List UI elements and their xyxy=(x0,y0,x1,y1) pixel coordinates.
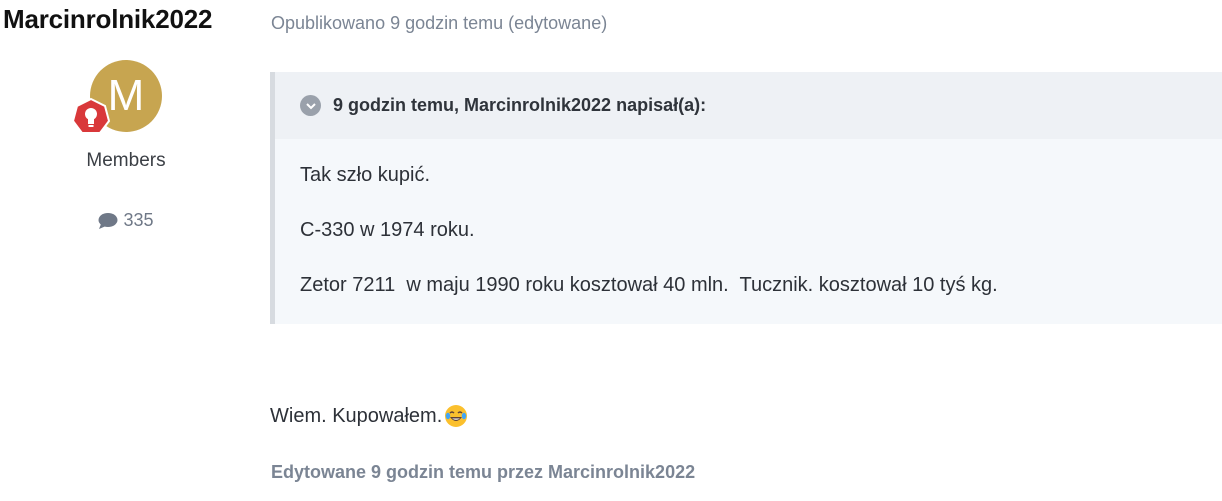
post-date[interactable]: Opublikowano 9 godzin temu (edytowane) xyxy=(271,13,607,34)
quote-line: Tak szło kupić. xyxy=(300,164,431,186)
rank-badge[interactable] xyxy=(71,97,111,137)
avatar-letter: M xyxy=(107,71,145,120)
quote-block: 9 godzin temu, Marcinrolnik2022 napisał(… xyxy=(270,72,1222,324)
post-text-content: Wiem. Kupowałem. xyxy=(270,404,443,427)
lightbulb-icon xyxy=(71,97,111,134)
quote-body: Tak szło kupić. C-330 w 1974 roku. Zetor… xyxy=(275,139,1222,297)
post-count[interactable]: 335 xyxy=(0,210,252,231)
tears-of-joy-emoji xyxy=(445,405,468,427)
quote-citation[interactable]: 9 godzin temu, Marcinrolnik2022 napisał(… xyxy=(333,95,706,116)
edited-note: Edytowane 9 godzin temu przez Marcinroln… xyxy=(271,462,696,482)
quote-header: 9 godzin temu, Marcinrolnik2022 napisał(… xyxy=(275,72,1222,139)
quote-line: C-330 w 1974 roku. xyxy=(300,219,475,241)
speech-bubble-icon xyxy=(98,212,118,229)
quote-line: Zetor 7211 w maju 1990 roku kosztował 40… xyxy=(300,274,998,296)
author-name-link[interactable]: Marcinrolnik2022 xyxy=(3,4,212,35)
post-text: Wiem. Kupowałem. xyxy=(270,404,468,428)
member-group: Members xyxy=(86,150,166,171)
chevron-down-circle-icon[interactable] xyxy=(300,95,321,116)
post-count-value: 335 xyxy=(123,210,154,230)
